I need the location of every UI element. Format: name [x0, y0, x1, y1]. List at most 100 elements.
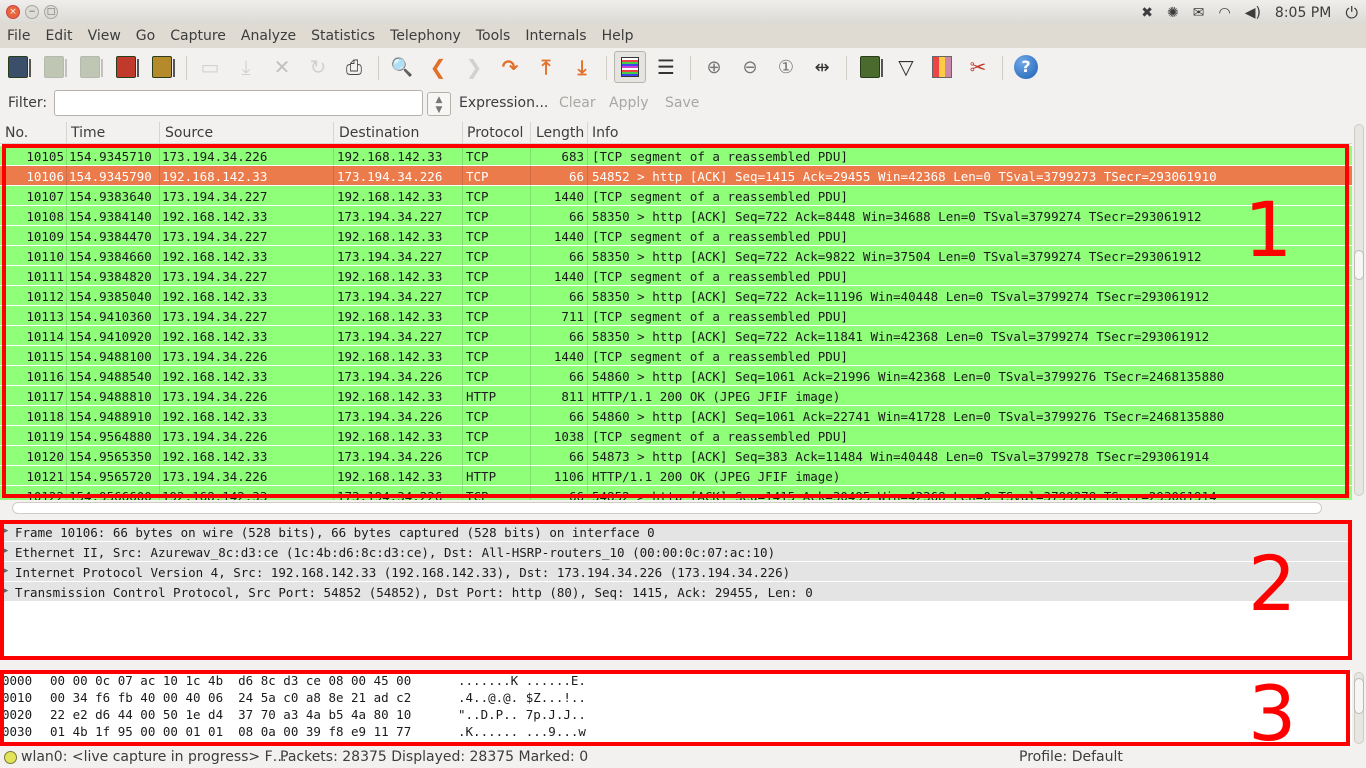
stop-capture-button[interactable]	[112, 53, 140, 81]
packet-row[interactable]: 10108 154.9384140 192.168.142.33 173.194.34…	[0, 206, 1352, 226]
start-capture-button[interactable]	[76, 53, 104, 81]
detail-tree-row[interactable]: ▶ Frame 10106: 66 bytes on wire (528 bits…	[0, 522, 1352, 542]
packet-row[interactable]: 10107 154.9383640 173.194.34.227 192.168.14…	[0, 186, 1352, 206]
packet-row[interactable]: 10120 154.9565350 192.168.142.33 173.194.34…	[0, 446, 1352, 466]
capture-status-icon[interactable]	[4, 751, 17, 764]
packet-row[interactable]: 10115 154.9488100 173.194.34.226 192.168.14…	[0, 346, 1352, 366]
go-forward-button[interactable]: ❯	[460, 53, 488, 81]
sync-icon[interactable]: ✺	[1167, 5, 1179, 21]
save-button[interactable]: Save	[665, 95, 699, 111]
menu-statistics[interactable]: Statistics	[311, 28, 375, 44]
print-button[interactable]: ⎙	[340, 53, 368, 81]
column-header-protocol[interactable]: Protocol	[467, 125, 523, 145]
packet-row[interactable]: 10113 154.9410360 173.194.34.227 192.168.14…	[0, 306, 1352, 326]
go-back-button[interactable]: ❮	[424, 53, 452, 81]
packet-row[interactable]: 10112 154.9385040 192.168.142.33 173.194.34…	[0, 286, 1352, 306]
column-divider[interactable]	[587, 122, 588, 144]
wifi-icon[interactable]: ◠	[1218, 5, 1230, 21]
packet-row[interactable]: 10116 154.9488540 192.168.142.33 173.194.34…	[0, 366, 1352, 386]
coloring-rules-button[interactable]	[928, 53, 956, 81]
packet-list-hscrollbar[interactable]	[0, 500, 1352, 516]
interfaces-button[interactable]	[4, 53, 32, 81]
menu-file[interactable]: File	[7, 28, 30, 44]
volume-icon[interactable]: ◀)	[1245, 5, 1261, 21]
column-divider[interactable]	[159, 122, 160, 144]
find-packet-button[interactable]: 🔍	[388, 53, 416, 81]
packet-row[interactable]: 10118 154.9488910 192.168.142.33 173.194.34…	[0, 406, 1352, 426]
column-header-source[interactable]: Source	[165, 125, 213, 145]
preferences-button[interactable]: ✂	[964, 53, 992, 81]
go-last-button[interactable]: ⤓	[568, 53, 596, 81]
column-header-info[interactable]: Info	[592, 125, 619, 145]
capture-options-button[interactable]	[40, 53, 68, 81]
zoom-in-button[interactable]: ⊕	[700, 53, 728, 81]
autoscroll-button[interactable]: ☰	[652, 53, 680, 81]
power-icon[interactable]: ⏻	[1345, 3, 1358, 23]
mail-icon[interactable]: ✉	[1193, 5, 1205, 21]
expander-icon[interactable]: ▶	[3, 526, 8, 536]
menu-view[interactable]: View	[88, 28, 121, 44]
packet-row[interactable]: 10117 154.9488810 173.194.34.226 192.168.14…	[0, 386, 1352, 406]
expander-icon[interactable]: ▶	[3, 566, 8, 576]
bytes-vscrollbar[interactable]	[1352, 670, 1366, 746]
menu-internals[interactable]: Internals	[525, 28, 586, 44]
expander-icon[interactable]: ▶	[3, 586, 8, 596]
window-maximize-button[interactable]: □	[44, 5, 58, 19]
reload-button[interactable]: ↻	[304, 53, 332, 81]
scrollbar-thumb[interactable]	[1354, 678, 1364, 714]
window-minimize-button[interactable]: −	[25, 5, 39, 19]
column-header-destination[interactable]: Destination	[339, 125, 419, 145]
scrollbar-trough[interactable]	[12, 502, 1322, 514]
go-to-packet-button[interactable]: ↷	[496, 53, 524, 81]
packet-row-selected[interactable]: 10106 154.9345790 192.168.142.33 173.194.34…	[0, 166, 1352, 186]
colorize-button[interactable]	[614, 51, 646, 83]
packet-row[interactable]: 10105 154.9345710 173.194.34.226 192.168.14…	[0, 146, 1352, 166]
menu-edit[interactable]: Edit	[45, 28, 72, 44]
apply-button[interactable]: Apply	[609, 95, 649, 111]
column-divider[interactable]	[66, 122, 67, 144]
close-file-button[interactable]: ✕	[268, 53, 296, 81]
packet-bytes-pane[interactable]: 0000 00 00 0c 07 ac 10 1c 4b d6 8c d3 ce …	[0, 670, 1352, 746]
packet-row[interactable]: 10121 154.9565720 173.194.34.226 192.168.14…	[0, 466, 1352, 486]
packet-row[interactable]: 10111 154.9384820 173.194.34.227 192.168.14…	[0, 266, 1352, 286]
clock[interactable]: 8:05 PM	[1275, 5, 1331, 21]
clear-button[interactable]: Clear	[559, 95, 596, 111]
display-filters-button[interactable]: ▽	[892, 53, 920, 81]
restart-capture-button[interactable]	[148, 53, 176, 81]
detail-tree-row[interactable]: ▶ Ethernet II, Src: Azurewav_8c:d3:ce (1c…	[0, 542, 1352, 562]
packet-list-vscrollbar[interactable]	[1352, 122, 1366, 500]
packet-row[interactable]: 10109 154.9384470 173.194.34.227 192.168.14…	[0, 226, 1352, 246]
resize-columns-button[interactable]: ⇹	[808, 53, 836, 81]
go-first-button[interactable]: ⤒	[532, 53, 560, 81]
filter-input[interactable]	[54, 90, 423, 116]
filter-history-dropdown[interactable]: ▲ ▼	[427, 92, 451, 116]
detail-tree-row[interactable]: ▶ Internet Protocol Version 4, Src: 192.1…	[0, 562, 1352, 582]
menu-capture[interactable]: Capture	[170, 28, 226, 44]
column-header-length[interactable]: Length	[536, 125, 584, 145]
expander-icon[interactable]: ▶	[3, 546, 8, 556]
menu-tools[interactable]: Tools	[476, 28, 511, 44]
packet-list[interactable]: 10105 154.9345710 173.194.34.226 192.168.14…	[0, 144, 1352, 500]
help-button[interactable]: ?	[1012, 53, 1040, 81]
column-divider[interactable]	[462, 122, 463, 144]
column-header-no[interactable]: No.	[5, 125, 28, 145]
menu-go[interactable]: Go	[136, 28, 155, 44]
expression-button[interactable]: Expression...	[459, 95, 548, 111]
menu-telephony[interactable]: Telephony	[390, 28, 461, 44]
detail-tree-row[interactable]: ▶ Transmission Control Protocol, Src Port…	[0, 582, 1352, 602]
packet-row[interactable]: 10114 154.9410920 192.168.142.33 173.194.34…	[0, 326, 1352, 346]
packet-details-pane[interactable]: ▶ Frame 10106: 66 bytes on wire (528 bits…	[0, 520, 1352, 658]
column-divider[interactable]	[333, 122, 334, 144]
save-file-button[interactable]: ⤓	[232, 53, 260, 81]
packet-row[interactable]: 10110 154.9384660 192.168.142.33 173.194.34…	[0, 246, 1352, 266]
open-file-button[interactable]: ▭	[196, 53, 224, 81]
packet-row[interactable]: 10119 154.9564880 173.194.34.226 192.168.14…	[0, 426, 1352, 446]
zoom-out-button[interactable]: ⊖	[736, 53, 764, 81]
column-header-time[interactable]: Time	[71, 125, 105, 145]
scrollbar-thumb[interactable]	[1354, 250, 1364, 280]
menu-help[interactable]: Help	[602, 28, 634, 44]
normal-size-button[interactable]: ①	[772, 53, 800, 81]
packet-row[interactable]: 10122 154.9566600 192.168.142.33 173.194.34…	[0, 486, 1352, 500]
dropbox-icon[interactable]: ✖	[1141, 5, 1153, 21]
scrollbar-trough[interactable]	[1354, 124, 1364, 496]
